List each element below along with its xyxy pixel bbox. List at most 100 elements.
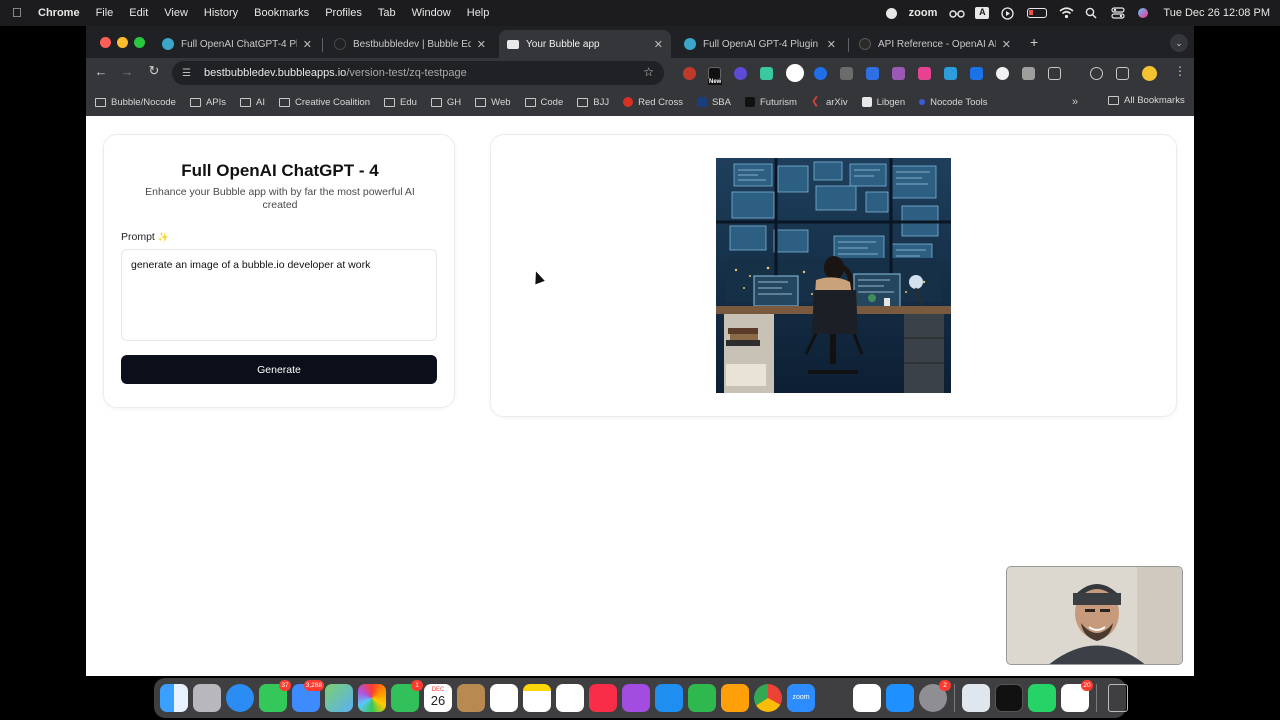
reminders-icon[interactable]	[490, 684, 518, 712]
chrome-menu-icon[interactable]: ⋮	[1174, 64, 1186, 78]
menu-help[interactable]: Help	[467, 7, 490, 19]
tab-gpt4-plugin[interactable]: Full OpenAI GPT-4 Plugin for ✕	[676, 30, 844, 58]
glasses-icon[interactable]	[949, 7, 966, 19]
tab-search-button[interactable]: ⌄	[1170, 34, 1188, 52]
address-bar[interactable]: ☰ bestbubbledev.bubbleapps.io/version-te…	[172, 61, 664, 85]
bookmark-libgen[interactable]: Libgen	[861, 97, 905, 108]
generate-button[interactable]: Generate	[121, 355, 437, 384]
tab-your-bubble-app[interactable]: Your Bubble app ✕	[499, 30, 671, 58]
tab-bubble-editor[interactable]: Bestbubbledev | Bubble Editor ✕	[326, 30, 494, 58]
tab-close-icon[interactable]: ✕	[654, 38, 663, 51]
menu-edit[interactable]: Edit	[129, 7, 148, 19]
menu-history[interactable]: History	[204, 7, 238, 19]
bookmark-folder-gh[interactable]: GH	[430, 97, 461, 108]
pages-icon[interactable]	[721, 684, 749, 712]
facetime-icon[interactable]: 1	[391, 680, 423, 712]
launchpad-icon[interactable]	[193, 684, 221, 712]
bookmark-folder-creative-coalition[interactable]: Creative Coalition	[279, 97, 370, 108]
bookmark-nocode-tools[interactable]: Nocode Tools	[919, 97, 988, 108]
profile-avatar-icon[interactable]	[1142, 66, 1157, 81]
tab-close-icon[interactable]: ✕	[1002, 38, 1011, 51]
extension-white-circle-icon[interactable]	[786, 64, 804, 82]
input-source-icon[interactable]: A	[975, 7, 990, 19]
photos-icon[interactable]	[358, 684, 386, 712]
bookmark-star-icon[interactable]: ☆	[643, 65, 654, 79]
tab-openai-plugin[interactable]: Full OpenAI ChatGPT-4 Plugin ✕	[154, 30, 320, 58]
extensions-puzzle-icon[interactable]	[1048, 67, 1061, 80]
messages-icon[interactable]: 37	[259, 680, 291, 712]
tab-close-icon[interactable]: ✕	[303, 38, 312, 51]
apple-menu-icon[interactable]: 	[12, 6, 24, 20]
new-tab-button[interactable]: +	[1030, 34, 1038, 50]
close-window-button[interactable]	[100, 37, 111, 48]
keynote-icon[interactable]	[655, 684, 683, 712]
slack-icon[interactable]: 20	[1061, 680, 1093, 712]
side-panel-icon[interactable]	[1116, 67, 1129, 80]
bookmark-arxiv[interactable]: ❮ arXiv	[811, 97, 848, 108]
menu-tab[interactable]: Tab	[378, 7, 396, 19]
finder-icon[interactable]	[160, 684, 188, 712]
mail-icon[interactable]: 3,268	[292, 680, 324, 712]
bookmark-folder-code[interactable]: Code	[524, 97, 563, 108]
music-icon[interactable]	[589, 684, 617, 712]
bookmark-folder-bubble-nocode[interactable]: Bubble/Nocode	[95, 97, 176, 108]
menu-profiles[interactable]: Profiles	[325, 7, 362, 19]
play-circle-icon[interactable]	[1001, 7, 1015, 20]
chrome-icon[interactable]	[754, 684, 782, 712]
whatsapp-icon[interactable]	[1028, 684, 1056, 712]
contacts-icon[interactable]	[457, 684, 485, 712]
tab-api-reference[interactable]: API Reference - OpenAI API ✕	[851, 30, 1019, 58]
search-icon[interactable]	[1085, 7, 1099, 19]
all-bookmarks-folder[interactable]: All Bookmarks	[1108, 95, 1185, 106]
vscode-icon[interactable]	[853, 684, 881, 712]
extension-blue-icon[interactable]	[866, 67, 879, 80]
control-center-icon[interactable]	[1111, 7, 1125, 19]
menu-app-name[interactable]: Chrome	[38, 7, 80, 19]
bookmark-folder-edu[interactable]: Edu	[384, 97, 417, 108]
extension-gear-icon[interactable]	[734, 67, 747, 80]
tab-close-icon[interactable]: ✕	[827, 38, 836, 51]
siri-icon[interactable]	[1137, 7, 1151, 19]
minimize-window-button[interactable]	[117, 37, 128, 48]
extension-grey-icon[interactable]	[1022, 67, 1035, 80]
extension-screen-icon[interactable]	[944, 67, 957, 80]
prompt-input[interactable]	[121, 249, 437, 341]
extension-blue-ring-icon[interactable]	[814, 67, 827, 80]
bookmark-red-cross[interactable]: Red Cross	[623, 97, 683, 108]
freeform-icon[interactable]	[556, 684, 584, 712]
extension-chatgpt-icon[interactable]	[996, 67, 1009, 80]
extension-green-icon[interactable]	[1090, 67, 1103, 80]
terminal-icon[interactable]	[995, 684, 1023, 712]
zoom-window-button[interactable]	[134, 37, 145, 48]
site-info-icon[interactable]: ☰	[182, 68, 196, 79]
zoom-icon[interactable]: zoom	[787, 684, 815, 712]
bookmarks-overflow-button[interactable]: »	[1072, 96, 1078, 108]
menu-bookmarks[interactable]: Bookmarks	[254, 7, 309, 19]
record-icon[interactable]	[885, 7, 897, 19]
extension-red-icon[interactable]	[683, 67, 696, 80]
menu-file[interactable]: File	[96, 7, 114, 19]
bookmark-futurism[interactable]: Futurism	[744, 97, 797, 108]
back-button[interactable]: ←	[88, 64, 114, 79]
pen-tool-icon[interactable]	[820, 684, 848, 712]
bookmark-folder-ai[interactable]: AI	[240, 97, 265, 108]
reload-button[interactable]: ↻	[141, 63, 167, 79]
trash-icon[interactable]	[1108, 684, 1128, 712]
battery-icon[interactable]	[1027, 8, 1048, 18]
safari-icon[interactable]	[226, 684, 254, 712]
tab-close-icon[interactable]: ✕	[477, 38, 486, 51]
extension-c-icon[interactable]	[840, 67, 853, 80]
extension-star-icon[interactable]	[970, 67, 983, 80]
menu-clock[interactable]: Tue Dec 26 12:08 PM	[1163, 7, 1270, 19]
calendar-icon[interactable]: DEC 26	[424, 684, 452, 712]
zoom-menu-item[interactable]: zoom	[909, 7, 938, 19]
bookmark-folder-apis[interactable]: APIs	[189, 97, 226, 108]
wifi-icon[interactable]	[1059, 7, 1074, 19]
preview-icon[interactable]	[962, 684, 990, 712]
bookmark-sba[interactable]: SBA	[696, 97, 731, 108]
extension-pink-icon[interactable]	[918, 67, 931, 80]
menu-window[interactable]: Window	[412, 7, 451, 19]
extension-purple-icon[interactable]	[892, 67, 905, 80]
forward-button[interactable]: →	[114, 64, 140, 79]
extension-heart-icon[interactable]	[760, 67, 773, 80]
